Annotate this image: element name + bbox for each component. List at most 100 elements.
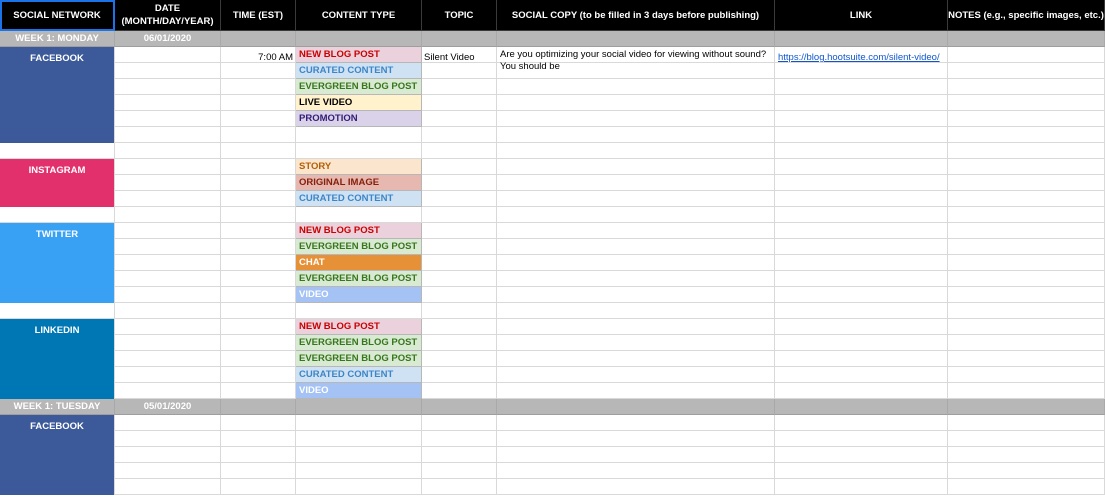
date-cell[interactable] [115, 63, 221, 79]
date-cell[interactable] [115, 271, 221, 287]
notes-cell[interactable] [948, 287, 1105, 303]
network-label-facebook[interactable]: FACEBOOK [0, 415, 115, 495]
empty-cell[interactable] [775, 303, 948, 319]
content-type-tag[interactable]: NEW BLOG POST [296, 223, 422, 239]
date-cell[interactable] [115, 79, 221, 95]
column-header-time[interactable]: TIME (EST) [221, 0, 296, 31]
column-header-topic[interactable]: TOPIC [422, 0, 497, 31]
topic-cell[interactable] [422, 95, 497, 111]
content-type-tag[interactable]: EVERGREEN BLOG POST [296, 239, 422, 255]
content-type-cell[interactable] [296, 431, 422, 447]
column-header-content-type[interactable]: CONTENT TYPE [296, 0, 422, 31]
empty-cell[interactable] [422, 303, 497, 319]
time-cell[interactable] [221, 127, 296, 143]
date-cell[interactable] [115, 95, 221, 111]
empty-cell[interactable] [0, 303, 115, 319]
topic-cell[interactable] [422, 463, 497, 479]
time-cell[interactable] [221, 223, 296, 239]
social-copy-cell[interactable] [497, 79, 775, 95]
time-cell[interactable] [221, 271, 296, 287]
time-cell[interactable] [221, 351, 296, 367]
topic-cell[interactable] [422, 159, 497, 175]
topic-cell[interactable] [422, 127, 497, 143]
content-type-tag[interactable]: EVERGREEN BLOG POST [296, 351, 422, 367]
time-cell[interactable] [221, 287, 296, 303]
link-cell[interactable] [775, 319, 948, 335]
social-copy-cell[interactable] [497, 431, 775, 447]
column-header-link[interactable]: LINK [775, 0, 948, 31]
content-type-tag[interactable]: NEW BLOG POST [296, 47, 422, 63]
empty-cell[interactable] [296, 303, 422, 319]
link-cell[interactable] [775, 111, 948, 127]
link-cell[interactable] [775, 479, 948, 495]
time-cell[interactable] [221, 175, 296, 191]
time-cell[interactable] [221, 319, 296, 335]
social-copy-cell[interactable] [497, 319, 775, 335]
link-cell[interactable] [775, 239, 948, 255]
network-label-twitter[interactable]: TWITTER [0, 223, 115, 303]
social-copy-cell[interactable] [497, 415, 775, 431]
date-cell[interactable] [115, 255, 221, 271]
date-cell[interactable] [115, 367, 221, 383]
empty-cell[interactable] [221, 303, 296, 319]
content-type-tag[interactable]: CURATED CONTENT [296, 63, 422, 79]
link-cell[interactable] [775, 223, 948, 239]
time-cell[interactable] [221, 335, 296, 351]
date-cell[interactable] [115, 335, 221, 351]
notes-cell[interactable] [948, 159, 1105, 175]
time-cell[interactable] [221, 415, 296, 431]
date-cell[interactable] [115, 127, 221, 143]
notes-cell[interactable] [948, 431, 1105, 447]
social-copy-cell[interactable] [497, 479, 775, 495]
week-header-cell[interactable] [296, 399, 422, 415]
empty-cell[interactable] [0, 207, 115, 223]
content-type-tag[interactable]: ORIGINAL IMAGE [296, 175, 422, 191]
topic-cell[interactable] [422, 319, 497, 335]
notes-cell[interactable] [948, 351, 1105, 367]
week-header-cell[interactable] [221, 31, 296, 47]
content-type-tag[interactable]: EVERGREEN BLOG POST [296, 271, 422, 287]
time-cell[interactable] [221, 191, 296, 207]
link-cell[interactable] [775, 191, 948, 207]
empty-cell[interactable] [0, 143, 115, 159]
link-cell[interactable] [775, 255, 948, 271]
link-cell[interactable] [775, 335, 948, 351]
notes-cell[interactable] [948, 47, 1105, 63]
empty-cell[interactable] [296, 143, 422, 159]
topic-cell[interactable] [422, 479, 497, 495]
date-cell[interactable] [115, 447, 221, 463]
notes-cell[interactable] [948, 95, 1105, 111]
date-cell[interactable] [115, 383, 221, 399]
time-cell[interactable] [221, 159, 296, 175]
notes-cell[interactable] [948, 191, 1105, 207]
empty-cell[interactable] [422, 143, 497, 159]
week-header-cell[interactable] [775, 399, 948, 415]
empty-cell[interactable] [775, 143, 948, 159]
date-cell[interactable] [115, 47, 221, 63]
topic-cell[interactable] [422, 447, 497, 463]
content-type-cell[interactable] [296, 127, 422, 143]
social-copy-cell[interactable] [497, 255, 775, 271]
social-copy-cell[interactable] [497, 239, 775, 255]
notes-cell[interactable] [948, 447, 1105, 463]
week-date[interactable]: 06/01/2020 [115, 31, 221, 47]
week-header-cell[interactable] [497, 399, 775, 415]
empty-cell[interactable] [948, 207, 1105, 223]
notes-cell[interactable] [948, 111, 1105, 127]
social-copy-cell[interactable] [497, 335, 775, 351]
link-cell[interactable] [775, 463, 948, 479]
time-cell[interactable] [221, 479, 296, 495]
week-header-cell[interactable] [296, 31, 422, 47]
empty-cell[interactable] [115, 207, 221, 223]
content-type-tag[interactable]: LIVE VIDEO [296, 95, 422, 111]
empty-cell[interactable] [948, 303, 1105, 319]
empty-cell[interactable] [422, 207, 497, 223]
week-header-cell[interactable] [497, 31, 775, 47]
content-type-cell[interactable] [296, 479, 422, 495]
topic-cell[interactable] [422, 239, 497, 255]
empty-cell[interactable] [221, 143, 296, 159]
notes-cell[interactable] [948, 79, 1105, 95]
date-cell[interactable] [115, 287, 221, 303]
social-copy-cell[interactable]: Are you optimizing your social video for… [497, 47, 775, 72]
column-header-date[interactable]: DATE (MONTH/DAY/YEAR) [115, 0, 221, 31]
